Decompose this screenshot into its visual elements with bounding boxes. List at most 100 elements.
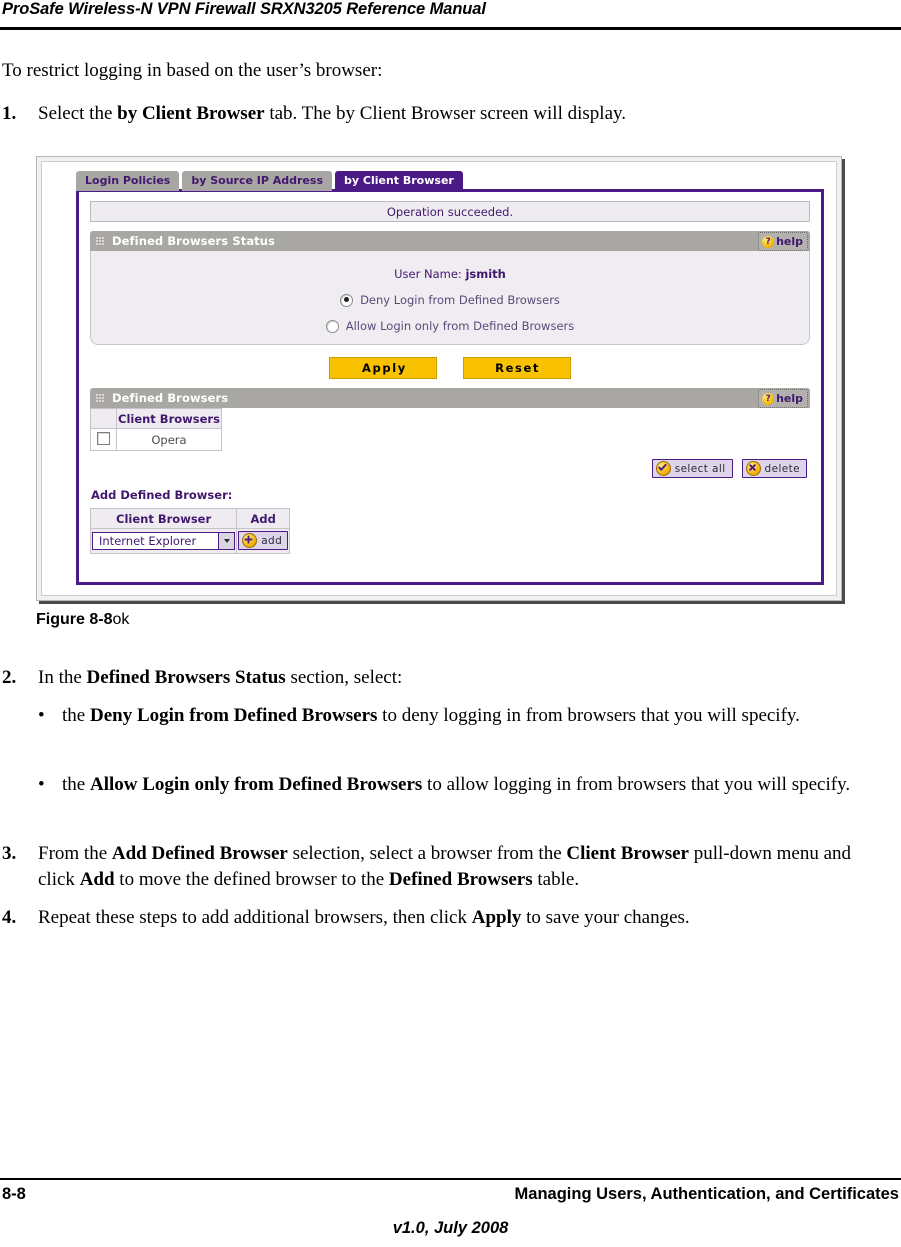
- radio-row-allow: Allow Login only from Defined Browsers: [91, 319, 809, 336]
- step-3-bold1: Add Defined Browser: [111, 843, 288, 864]
- delete-button[interactable]: delete: [741, 459, 807, 478]
- defined-browsers-status-header: Defined Browsers Status ? help: [90, 231, 810, 251]
- add-button-label: add: [261, 534, 283, 547]
- step-1-part2: tab. The by Client Browser screen will d…: [264, 103, 627, 124]
- step-2: 2. In the Defined Browsers Status sectio…: [2, 665, 882, 691]
- running-header: ProSafe Wireless-N VPN Firewall SRXN3205…: [2, 0, 486, 18]
- step-2-part2: section, select:: [285, 667, 403, 688]
- step-1: 1. Select the by Client Browser tab. The…: [2, 101, 882, 127]
- add-table-header-client-browser: Client Browser: [89, 508, 238, 529]
- defined-browsers-table: Client Browsers Opera: [90, 408, 222, 451]
- check-circle-icon: [655, 461, 671, 476]
- step-3: 3. From the Add Defined Browser selectio…: [2, 841, 890, 893]
- client-browser-select[interactable]: Internet Explorer: [92, 532, 236, 550]
- footer-divider: [0, 1178, 901, 1180]
- action-button-row: Apply Reset: [79, 357, 821, 379]
- add-button[interactable]: add: [238, 531, 289, 550]
- step-1-number: 1.: [2, 103, 17, 124]
- step-2-part1: In the: [38, 667, 87, 688]
- step-1-part1: Select the: [38, 103, 118, 124]
- step-3-bold4: Defined Browsers: [388, 869, 533, 890]
- bullet-allow-bold1: Allow Login only from Defined Browsers: [89, 774, 423, 795]
- x-circle-icon: [745, 461, 761, 476]
- tab-by-source-ip-address[interactable]: by Source IP Address: [182, 171, 332, 191]
- browser-select-cell: Internet Explorer: [89, 528, 238, 554]
- tab-bar: Login Policies by Source IP Address by C…: [76, 170, 466, 191]
- step-2-bold1: Defined Browsers Status: [86, 667, 286, 688]
- bullet-allow-marker: •: [38, 774, 45, 795]
- figure-caption-number: Figure 8-8: [36, 611, 113, 628]
- radio-deny-icon[interactable]: [340, 293, 354, 307]
- step-3-number: 3.: [2, 843, 17, 864]
- defined-browsers-status-title: Defined Browsers Status: [112, 234, 276, 248]
- help-button-status[interactable]: ? help: [758, 232, 808, 251]
- step-3-part1: From the: [38, 843, 112, 864]
- add-table-header-add: Add: [236, 508, 291, 529]
- bullet-deny-text: the Deny Login from Defined Browsers to …: [62, 703, 898, 729]
- bullet-deny-marker: •: [38, 705, 45, 726]
- bullet-deny-part1: the: [62, 705, 90, 726]
- add-table-input-row: Internet Explorer add: [89, 528, 291, 554]
- help-button-browsers[interactable]: ? help: [758, 389, 808, 408]
- step-3-part4: to move the defined browser to the: [114, 869, 389, 890]
- question-mark-icon-2: ?: [762, 392, 775, 405]
- bullet-deny-part2: to deny logging in from browsers that yo…: [377, 705, 800, 726]
- step-4-text: Repeat these steps to add additional bro…: [38, 905, 890, 931]
- bullet-deny: • the Deny Login from Defined Browsers t…: [38, 703, 898, 729]
- row-checkbox-cell[interactable]: [90, 428, 117, 451]
- radio-option-deny[interactable]: Deny Login from Defined Browsers: [340, 293, 560, 307]
- radio-row-deny: Deny Login from Defined Browsers: [91, 293, 809, 310]
- step-3-part2: selection, select a browser from the: [287, 843, 567, 864]
- status-message-text: Operation succeeded.: [386, 204, 514, 219]
- defined-browsers-status-body: User Name: jsmith Deny Login from Define…: [90, 251, 810, 345]
- reset-button[interactable]: Reset: [462, 357, 571, 379]
- radio-allow-icon[interactable]: [325, 319, 339, 333]
- bullet-deny-bold1: Deny Login from Defined Browsers: [89, 705, 378, 726]
- add-button-cell: add: [236, 528, 291, 554]
- client-browser-select-value: Internet Explorer: [99, 534, 197, 548]
- tab-login-policies[interactable]: Login Policies: [76, 171, 180, 191]
- intro-paragraph: To restrict logging in based on the user…: [2, 60, 383, 81]
- figure-screenshot: Login Policies by Source IP Address by C…: [36, 156, 842, 601]
- footer-version: v1.0, July 2008: [392, 1219, 509, 1237]
- chevron-down-icon[interactable]: [218, 533, 235, 549]
- apply-button[interactable]: Apply: [329, 357, 438, 379]
- panel-frame: Operation succeeded. Defined Browsers St…: [76, 189, 824, 585]
- status-message-bar: Operation succeeded.: [90, 201, 810, 222]
- user-name-value: jsmith: [465, 267, 506, 281]
- step-4-part1: Repeat these steps to add additional bro…: [38, 907, 472, 928]
- user-name-label: User Name:: [394, 267, 462, 281]
- figure-caption: Figure 8-8ok: [36, 611, 129, 629]
- select-all-button[interactable]: select all: [651, 459, 733, 478]
- help-label-browsers: help: [776, 392, 803, 405]
- step-3-text: From the Add Defined Browser selection, …: [38, 841, 890, 893]
- add-defined-browser-label: Add Defined Browser:: [91, 488, 233, 502]
- step-3-part5: table.: [532, 869, 580, 890]
- figure-caption-text: ok: [112, 611, 130, 628]
- tab-by-client-browser[interactable]: by Client Browser: [335, 171, 463, 191]
- select-all-label: select all: [674, 462, 726, 475]
- defined-browsers-title: Defined Browsers: [112, 391, 229, 405]
- step-3-bold2: Client Browser: [566, 843, 689, 864]
- radio-allow-label: Allow Login only from Defined Browsers: [345, 319, 575, 333]
- step-4-part2: to save your changes.: [521, 907, 690, 928]
- defined-browsers-header: Defined Browsers ? help: [90, 388, 810, 408]
- add-table-header-row: Client Browser Add: [89, 508, 291, 529]
- table-header-client-browsers: Client Browsers: [116, 408, 222, 429]
- step-4-number: 4.: [2, 907, 17, 928]
- table-row: Opera: [90, 428, 222, 451]
- table-header-row: Client Browsers: [90, 408, 222, 429]
- step-1-text: Select the by Client Browser tab. The by…: [38, 101, 882, 127]
- row-browser-name: Opera: [116, 428, 222, 451]
- step-1-bold1: by Client Browser: [117, 103, 265, 124]
- radio-option-allow[interactable]: Allow Login only from Defined Browsers: [325, 319, 575, 333]
- plus-circle-icon: [242, 533, 258, 548]
- add-defined-browser-table: Client Browser Add Internet Explorer add: [89, 508, 291, 554]
- bullet-allow-text: the Allow Login only from Defined Browse…: [62, 772, 898, 798]
- footer-chapter-title: Managing Users, Authentication, and Cert…: [514, 1185, 899, 1203]
- row-checkbox-icon[interactable]: [97, 431, 110, 445]
- bullet-allow: • the Allow Login only from Defined Brow…: [38, 772, 898, 798]
- table-action-row: select all delete: [651, 459, 807, 478]
- document-page: ProSafe Wireless-N VPN Firewall SRXN3205…: [0, 0, 901, 1247]
- footer-page-number: 8-8: [2, 1185, 26, 1203]
